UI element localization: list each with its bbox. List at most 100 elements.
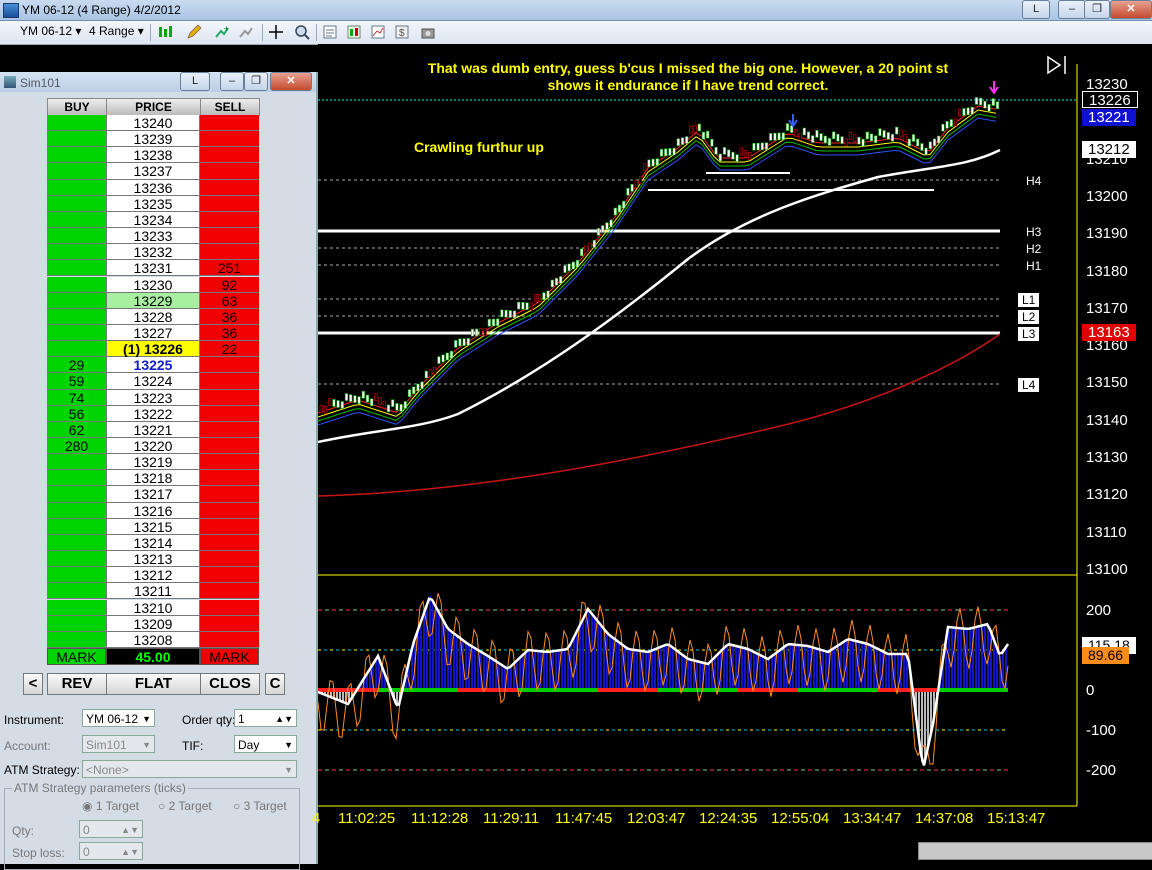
- dom-buy-cell[interactable]: [47, 470, 106, 487]
- scroll-end-icon[interactable]: [1047, 55, 1062, 75]
- properties-icon[interactable]: [322, 24, 338, 40]
- dom-price-cell[interactable]: 13219: [106, 454, 200, 471]
- dom-price-cell[interactable]: 13221: [106, 421, 200, 438]
- dom-sell-cell[interactable]: [200, 357, 259, 374]
- add-indicator-icon[interactable]: +: [214, 24, 230, 40]
- dom-buy-cell[interactable]: 59: [47, 373, 106, 390]
- dom-buy-cell[interactable]: [47, 583, 106, 600]
- dom-buy-cell[interactable]: [47, 341, 106, 358]
- dom-buy-cell[interactable]: [47, 551, 106, 568]
- dom-minimize-button[interactable]: –: [220, 72, 244, 91]
- dom-sell-cell[interactable]: [200, 195, 259, 212]
- dom-sell-cell[interactable]: 63: [200, 292, 259, 309]
- dom-sell-cell[interactable]: [200, 631, 259, 648]
- dom-price-cell[interactable]: 13218: [106, 470, 200, 487]
- strategy-icon[interactable]: [238, 24, 254, 40]
- stop-loss-stepper[interactable]: 0 ▲▼: [79, 842, 143, 860]
- instrument-dropdown[interactable]: YM 06-12 ▾: [20, 24, 81, 38]
- dom-price-cell[interactable]: 13217: [106, 486, 200, 503]
- chart-trader-icon[interactable]: [370, 24, 386, 40]
- flatten-button[interactable]: FLAT: [106, 673, 201, 695]
- dom-buy-cell[interactable]: [47, 454, 106, 471]
- annotation-top-line1[interactable]: That was dumb entry, guess b'cus I misse…: [328, 60, 1048, 76]
- dom-sell-cell[interactable]: [200, 502, 259, 519]
- close-position-button[interactable]: CLOS: [200, 673, 260, 695]
- dom-price-cell[interactable]: 13212: [106, 567, 200, 584]
- dom-sell-cell[interactable]: [200, 228, 259, 245]
- dom-buy-cell[interactable]: [47, 211, 106, 229]
- dom-price-cell[interactable]: 13228: [106, 308, 200, 325]
- dom-sell-cell[interactable]: [200, 147, 259, 164]
- dom-buy-cell[interactable]: [47, 163, 106, 180]
- dom-sell-cell[interactable]: [200, 470, 259, 487]
- spin-icon[interactable]: ▲▼: [121, 843, 139, 861]
- dom-sell-cell[interactable]: [200, 179, 259, 196]
- dom-buy-cell[interactable]: [47, 276, 106, 293]
- dom-sell-cell[interactable]: [200, 486, 259, 503]
- dom-price-cell[interactable]: 13230: [106, 276, 200, 293]
- zoom-icon[interactable]: [294, 24, 310, 40]
- dom-sell-cell[interactable]: [200, 244, 259, 261]
- tif-select[interactable]: Day ▼: [234, 735, 297, 753]
- account-select[interactable]: Sim101 ▼: [82, 735, 155, 753]
- price-chart[interactable]: That was dumb entry, guess b'cus I misse…: [312, 44, 1152, 864]
- annotation-left[interactable]: Crawling furthur up: [414, 139, 544, 155]
- minimize-button[interactable]: –: [1058, 0, 1086, 19]
- cancel-orders-button[interactable]: C: [265, 673, 285, 695]
- dom-sell-cell[interactable]: [200, 115, 259, 132]
- dom-price-cell[interactable]: 13209: [106, 615, 200, 632]
- dom-buy-cell[interactable]: [47, 131, 106, 148]
- dom-price-cell[interactable]: 13237: [106, 163, 200, 180]
- dom-buy-cell[interactable]: [47, 567, 106, 584]
- dom-sell-cell[interactable]: [200, 163, 259, 180]
- dom-link-button[interactable]: L: [180, 72, 210, 91]
- dom-sell-mark[interactable]: MARK: [200, 647, 259, 665]
- dom-buy-cell[interactable]: [47, 631, 106, 648]
- dom-sell-cell[interactable]: 92: [200, 276, 259, 293]
- dom-buy-cell[interactable]: 74: [47, 389, 106, 406]
- dom-buy-cell[interactable]: [47, 147, 106, 164]
- dom-price-cell[interactable]: 13233: [106, 228, 200, 245]
- dom-buy-cell[interactable]: [47, 260, 106, 277]
- dom-buy-cell[interactable]: 62: [47, 421, 106, 438]
- dom-maximize-button[interactable]: ❐: [244, 72, 268, 91]
- instrument-select[interactable]: YM 06-12 ▼: [82, 709, 155, 727]
- dom-buy-cell[interactable]: [47, 292, 106, 309]
- dom-buy-cell[interactable]: [47, 518, 106, 535]
- dom-price-cell[interactable]: 13210: [106, 599, 200, 616]
- target2-radio[interactable]: ○ 2 Target: [158, 799, 212, 813]
- dom-sell-cell[interactable]: [200, 131, 259, 148]
- dom-price-cell[interactable]: 13234: [106, 211, 200, 229]
- dom-price-cell[interactable]: 13231: [106, 260, 200, 277]
- annotation-top-line2[interactable]: shows it endurance if I have trend corre…: [328, 77, 1048, 93]
- dom-sell-cell[interactable]: 36: [200, 308, 259, 325]
- dom-buy-cell[interactable]: [47, 179, 106, 196]
- horizontal-scrollbar[interactable]: [918, 842, 1152, 860]
- dom-sell-cell[interactable]: [200, 454, 259, 471]
- dom-price-cell[interactable]: 13235: [106, 195, 200, 212]
- dom-price-cell[interactable]: 13208: [106, 631, 200, 648]
- dom-price-cell[interactable]: 13214: [106, 534, 200, 552]
- dom-price-cell[interactable]: 13211: [106, 583, 200, 600]
- data-box-icon[interactable]: [346, 24, 362, 40]
- dom-price-cell[interactable]: 13232: [106, 244, 200, 261]
- dom-price-cell[interactable]: 13238: [106, 147, 200, 164]
- pencil-icon[interactable]: [186, 24, 202, 40]
- dom-price-cell[interactable]: 13216: [106, 502, 200, 519]
- dom-sell-cell[interactable]: [200, 534, 259, 552]
- dom-sell-cell[interactable]: [200, 567, 259, 584]
- dom-sell-cell[interactable]: [200, 211, 259, 229]
- link-button[interactable]: L: [1022, 0, 1050, 19]
- atm-strategy-select[interactable]: <None> ▼: [82, 760, 297, 778]
- dom-price-cell[interactable]: 13225: [106, 357, 200, 374]
- chart-canvas[interactable]: [318, 44, 1152, 864]
- dom-buy-cell[interactable]: [47, 195, 106, 212]
- spin-icon[interactable]: ▲▼: [275, 710, 293, 728]
- bar-type-icon[interactable]: [157, 24, 173, 40]
- period-dropdown[interactable]: 4 Range ▾: [89, 24, 144, 38]
- dom-buy-cell[interactable]: 280: [47, 438, 106, 455]
- dom-sell-cell[interactable]: [200, 518, 259, 535]
- target1-radio[interactable]: ◉ 1 Target: [82, 799, 139, 813]
- dom-close-button[interactable]: ✕: [270, 72, 312, 91]
- camera-icon[interactable]: [420, 24, 436, 40]
